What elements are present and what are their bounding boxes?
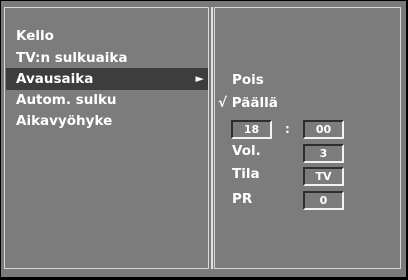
on-time-submenu: Pois √ Päällä 18 : 00 Vol. 3 Tila TV PR … xyxy=(214,7,401,269)
vol-label: Vol. xyxy=(232,143,261,159)
option-on-label: Päällä xyxy=(231,95,278,111)
time-separator: : xyxy=(285,122,290,136)
mode-label: Tila xyxy=(232,166,260,182)
panel-divider xyxy=(211,7,213,269)
menu-item-aikavyohyke[interactable]: Aikavyöhyke xyxy=(6,110,208,132)
menu-item-kello[interactable]: Kello xyxy=(6,25,208,47)
menu-item-avausaika[interactable]: Avausaika ► xyxy=(6,68,208,90)
menu-item-label: Aikavyöhyke xyxy=(16,113,113,129)
menu-item-tv-sulkuaika[interactable]: TV:n sulkuaika xyxy=(6,47,208,69)
option-off[interactable]: Pois xyxy=(232,71,264,89)
check-icon: √ xyxy=(218,95,228,111)
menu-item-label: Avausaika xyxy=(16,71,94,87)
menu-item-label: TV:n sulkuaika xyxy=(16,50,128,66)
menu-item-autom-sulku[interactable]: Autom. sulku xyxy=(6,89,208,111)
hour-field[interactable]: 18 xyxy=(231,120,272,139)
mode-field[interactable]: TV xyxy=(303,167,344,186)
option-on[interactable]: √ Päällä xyxy=(218,94,278,112)
pr-field[interactable]: 0 xyxy=(303,191,344,210)
timer-menu: Kello TV:n sulkuaika Avausaika ► Autom. … xyxy=(4,7,209,269)
arrow-right-icon: ► xyxy=(195,72,204,85)
vol-field[interactable]: 3 xyxy=(303,144,344,163)
pr-label: PR xyxy=(232,191,253,207)
menu-item-label: Autom. sulku xyxy=(16,92,117,108)
minute-field[interactable]: 00 xyxy=(303,120,344,139)
menu-item-label: Kello xyxy=(16,28,54,44)
